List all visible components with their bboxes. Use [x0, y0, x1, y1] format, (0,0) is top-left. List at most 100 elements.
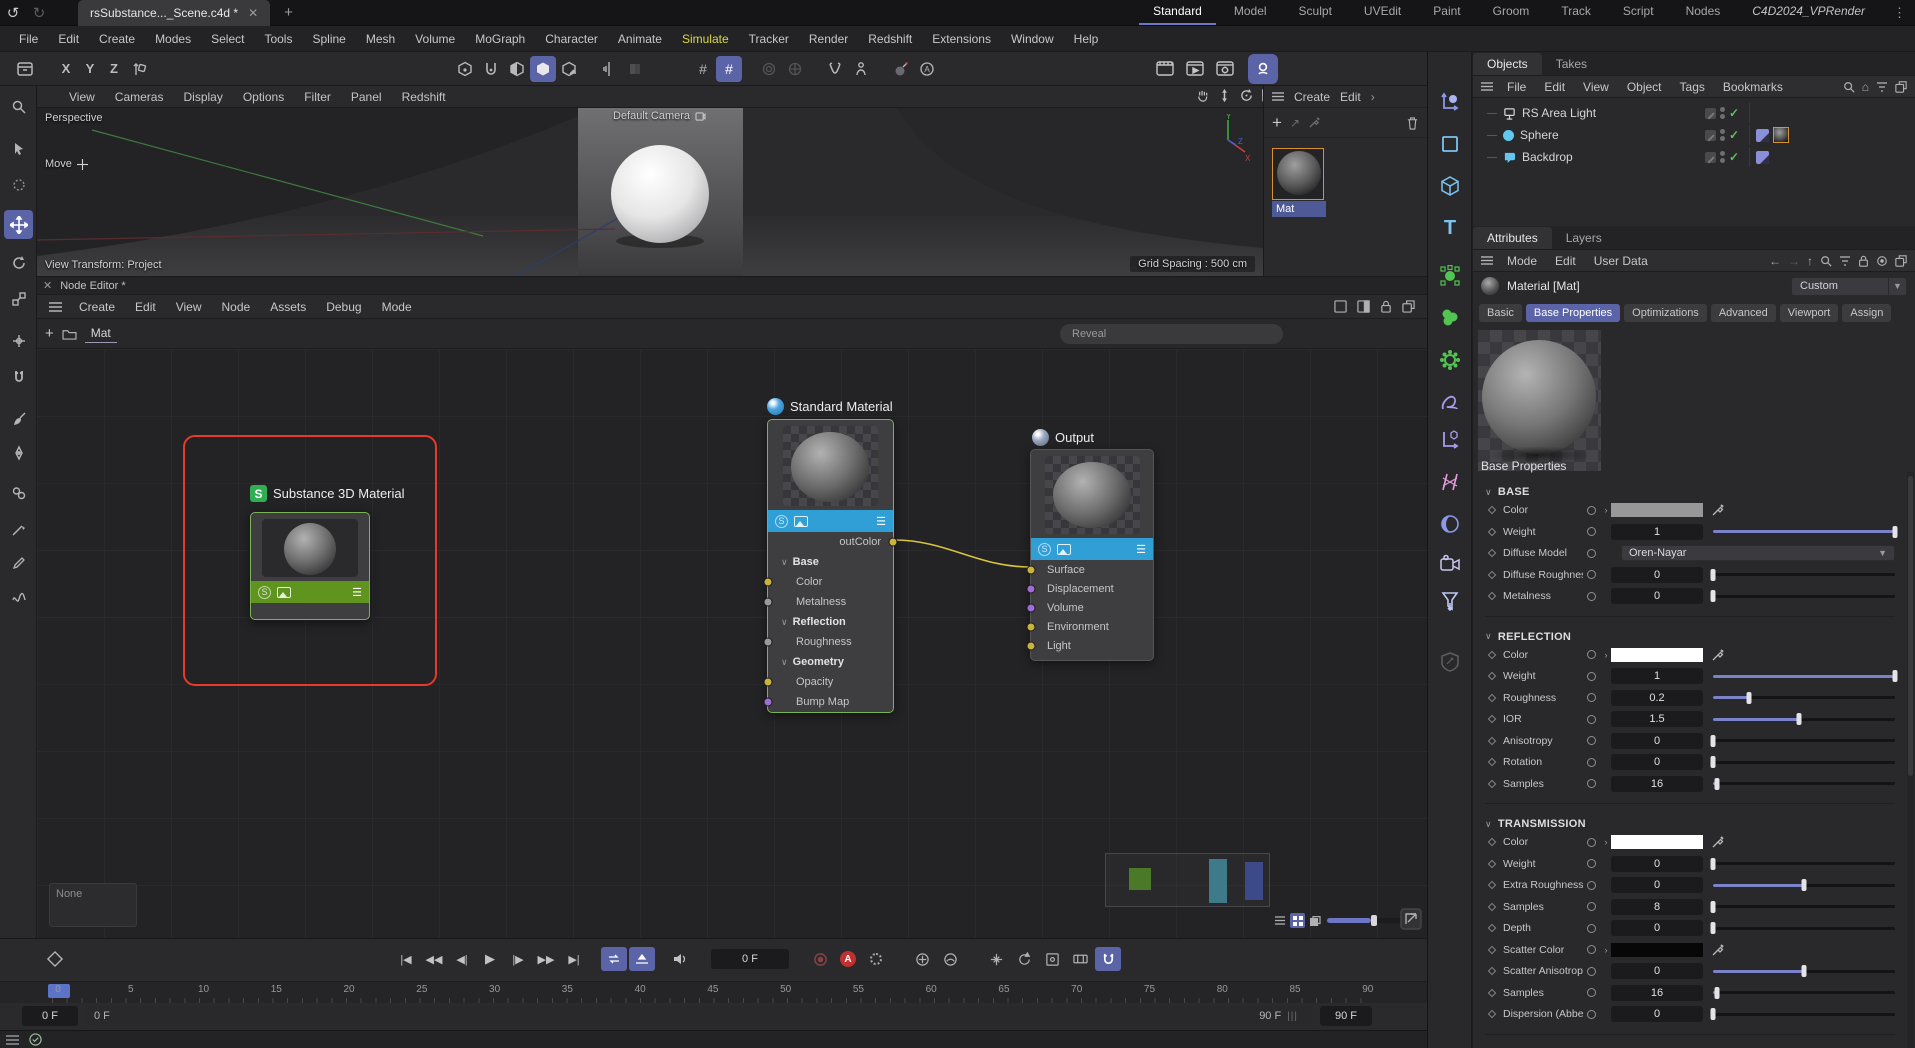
undo-icon[interactable]: ↺: [0, 2, 26, 24]
node-editor-menu-item[interactable]: Create: [70, 296, 124, 318]
parameter-slider[interactable]: [1713, 878, 1895, 892]
target-icon[interactable]: [1876, 255, 1888, 267]
next-key-icon[interactable]: ▶▶: [533, 947, 559, 971]
animation-dot-icon[interactable]: [1587, 715, 1596, 724]
text-tool-icon[interactable]: T: [1434, 212, 1466, 244]
slider-handle[interactable]: [1711, 922, 1716, 934]
node-editor-menu-item[interactable]: Node: [213, 296, 260, 318]
simulation-settings-icon[interactable]: [1434, 344, 1466, 376]
node-editor-menu-item[interactable]: Edit: [126, 296, 165, 318]
slider-handle[interactable]: [1711, 735, 1716, 747]
range-start-field[interactable]: 0 F: [22, 1006, 78, 1026]
timeline-ruler[interactable]: 051015202530354045505560657075808590: [0, 981, 1427, 1003]
split-view-icon[interactable]: [1357, 300, 1370, 313]
keyframe-settings-gear-icon[interactable]: [863, 947, 889, 971]
live-selection-icon[interactable]: [4, 134, 33, 163]
node-menu-icon[interactable]: ☰: [876, 515, 886, 528]
popout-icon[interactable]: [1402, 300, 1415, 313]
menu-item[interactable]: Volume: [406, 28, 464, 50]
snap-keys-icon[interactable]: [1095, 947, 1121, 971]
atom-array-icon[interactable]: A: [914, 56, 940, 82]
animation-dot-icon[interactable]: [1587, 758, 1596, 767]
material-menu-edit[interactable]: Edit: [1340, 90, 1361, 104]
menu-item[interactable]: Help: [1065, 28, 1108, 50]
hamburger-icon[interactable]: [1272, 92, 1284, 101]
lock-x-axis-button[interactable]: X: [54, 57, 78, 81]
layer-toggle-icon[interactable]: [1705, 152, 1716, 163]
popout-icon[interactable]: [1895, 255, 1907, 267]
input-port[interactable]: [764, 598, 773, 607]
menu-item[interactable]: Mesh: [357, 28, 404, 50]
value-field[interactable]: 0: [1611, 963, 1703, 979]
material-name-label[interactable]: Mat: [1272, 201, 1326, 217]
material-tag-icon[interactable]: [1773, 127, 1789, 143]
eyedropper-icon[interactable]: [1711, 648, 1725, 662]
grid-view-icon[interactable]: [1290, 913, 1305, 928]
slider-handle[interactable]: [1711, 901, 1716, 913]
parameter-slider[interactable]: [1713, 734, 1895, 748]
slider-handle[interactable]: [1711, 569, 1716, 581]
parameter-slider[interactable]: [1713, 857, 1895, 871]
slider-handle[interactable]: [1711, 756, 1716, 768]
filter-funnel-icon[interactable]: [1434, 586, 1466, 618]
parameter-slider[interactable]: [1713, 589, 1895, 603]
coordinates-manager-icon[interactable]: [1434, 86, 1466, 118]
forward-icon[interactable]: →: [1788, 254, 1800, 268]
range-slider[interactable]: 0 F 90 F |||: [86, 1007, 1312, 1025]
attribute-tab-button[interactable]: Optimizations: [1624, 304, 1707, 322]
make-editable-icon[interactable]: [452, 56, 478, 82]
menu-item[interactable]: Animate: [609, 28, 671, 50]
slider-handle[interactable]: [1802, 879, 1807, 891]
eyedropper-icon[interactable]: [1711, 503, 1725, 517]
slider-handle[interactable]: [1714, 987, 1719, 999]
home-icon[interactable]: ⌂: [1862, 80, 1869, 94]
animation-dot-icon[interactable]: [1587, 838, 1596, 847]
render-view-icon[interactable]: [1150, 54, 1180, 84]
color-swatch[interactable]: [1611, 648, 1703, 662]
value-field[interactable]: 0: [1611, 733, 1703, 749]
object-row-sphere[interactable]: Sphere ✓: [1473, 124, 1915, 146]
magnet-snap-icon[interactable]: [782, 56, 808, 82]
slider-handle[interactable]: [1802, 965, 1807, 977]
parameter-slider[interactable]: [1713, 755, 1895, 769]
attributes-menu-item[interactable]: User Data: [1586, 252, 1656, 270]
coordinate-system-icon[interactable]: [126, 56, 152, 82]
previous-key-icon[interactable]: ◀◀: [421, 947, 447, 971]
new-tab-button[interactable]: +: [284, 4, 293, 21]
parameter-slider[interactable]: [1713, 669, 1895, 683]
object-mode-icon[interactable]: [530, 56, 556, 82]
lock-icon[interactable]: [1858, 255, 1869, 267]
animation-dot-icon[interactable]: [1587, 859, 1596, 868]
rectangle-tool-icon[interactable]: [1434, 128, 1466, 160]
animation-dot-icon[interactable]: [1587, 506, 1596, 515]
zoom-slider-handle[interactable]: [1371, 915, 1377, 926]
panel-tab[interactable]: Takes: [1542, 53, 1601, 75]
standard-material-node-title[interactable]: Standard Material: [767, 398, 893, 415]
output-node[interactable]: S ☰ Surface Displacement Volume: [1030, 449, 1154, 661]
slider-handle[interactable]: [1893, 670, 1898, 682]
layout-button[interactable]: Track: [1547, 0, 1605, 25]
document-tab[interactable]: rsSubstance..._Scene.c4d * ✕: [78, 0, 270, 26]
autokey-icon[interactable]: A: [835, 947, 861, 971]
input-port[interactable]: [764, 578, 773, 587]
node-zoom-slider[interactable]: [1327, 918, 1403, 923]
layout-button[interactable]: Model: [1220, 0, 1281, 25]
menu-item[interactable]: Simulate: [673, 28, 738, 50]
xpresso-icon[interactable]: [1434, 466, 1466, 498]
parameter-slider[interactable]: [1713, 712, 1895, 726]
section-header[interactable]: TRANSMISSION: [1485, 814, 1895, 834]
range-grip-icon[interactable]: |||: [1287, 1011, 1298, 1022]
animation-dot-icon[interactable]: [1587, 902, 1596, 911]
attribute-tab-button[interactable]: Assign: [1842, 304, 1891, 322]
scrollbar[interactable]: [1907, 472, 1914, 1048]
layer-toggle-icon[interactable]: [1705, 108, 1716, 119]
layout-button[interactable]: C4D2024_VPRender: [1738, 0, 1879, 25]
volume-builder-icon[interactable]: [1434, 302, 1466, 334]
lock-z-axis-button[interactable]: Z: [102, 57, 126, 81]
input-port[interactable]: [764, 638, 773, 647]
motion-clip-icon[interactable]: [1067, 947, 1093, 971]
search-icon[interactable]: [1820, 255, 1832, 267]
enabled-check-icon[interactable]: ✓: [1729, 106, 1745, 120]
pencil-tool-icon[interactable]: [4, 548, 33, 577]
material-menu-create[interactable]: Create: [1294, 90, 1330, 104]
